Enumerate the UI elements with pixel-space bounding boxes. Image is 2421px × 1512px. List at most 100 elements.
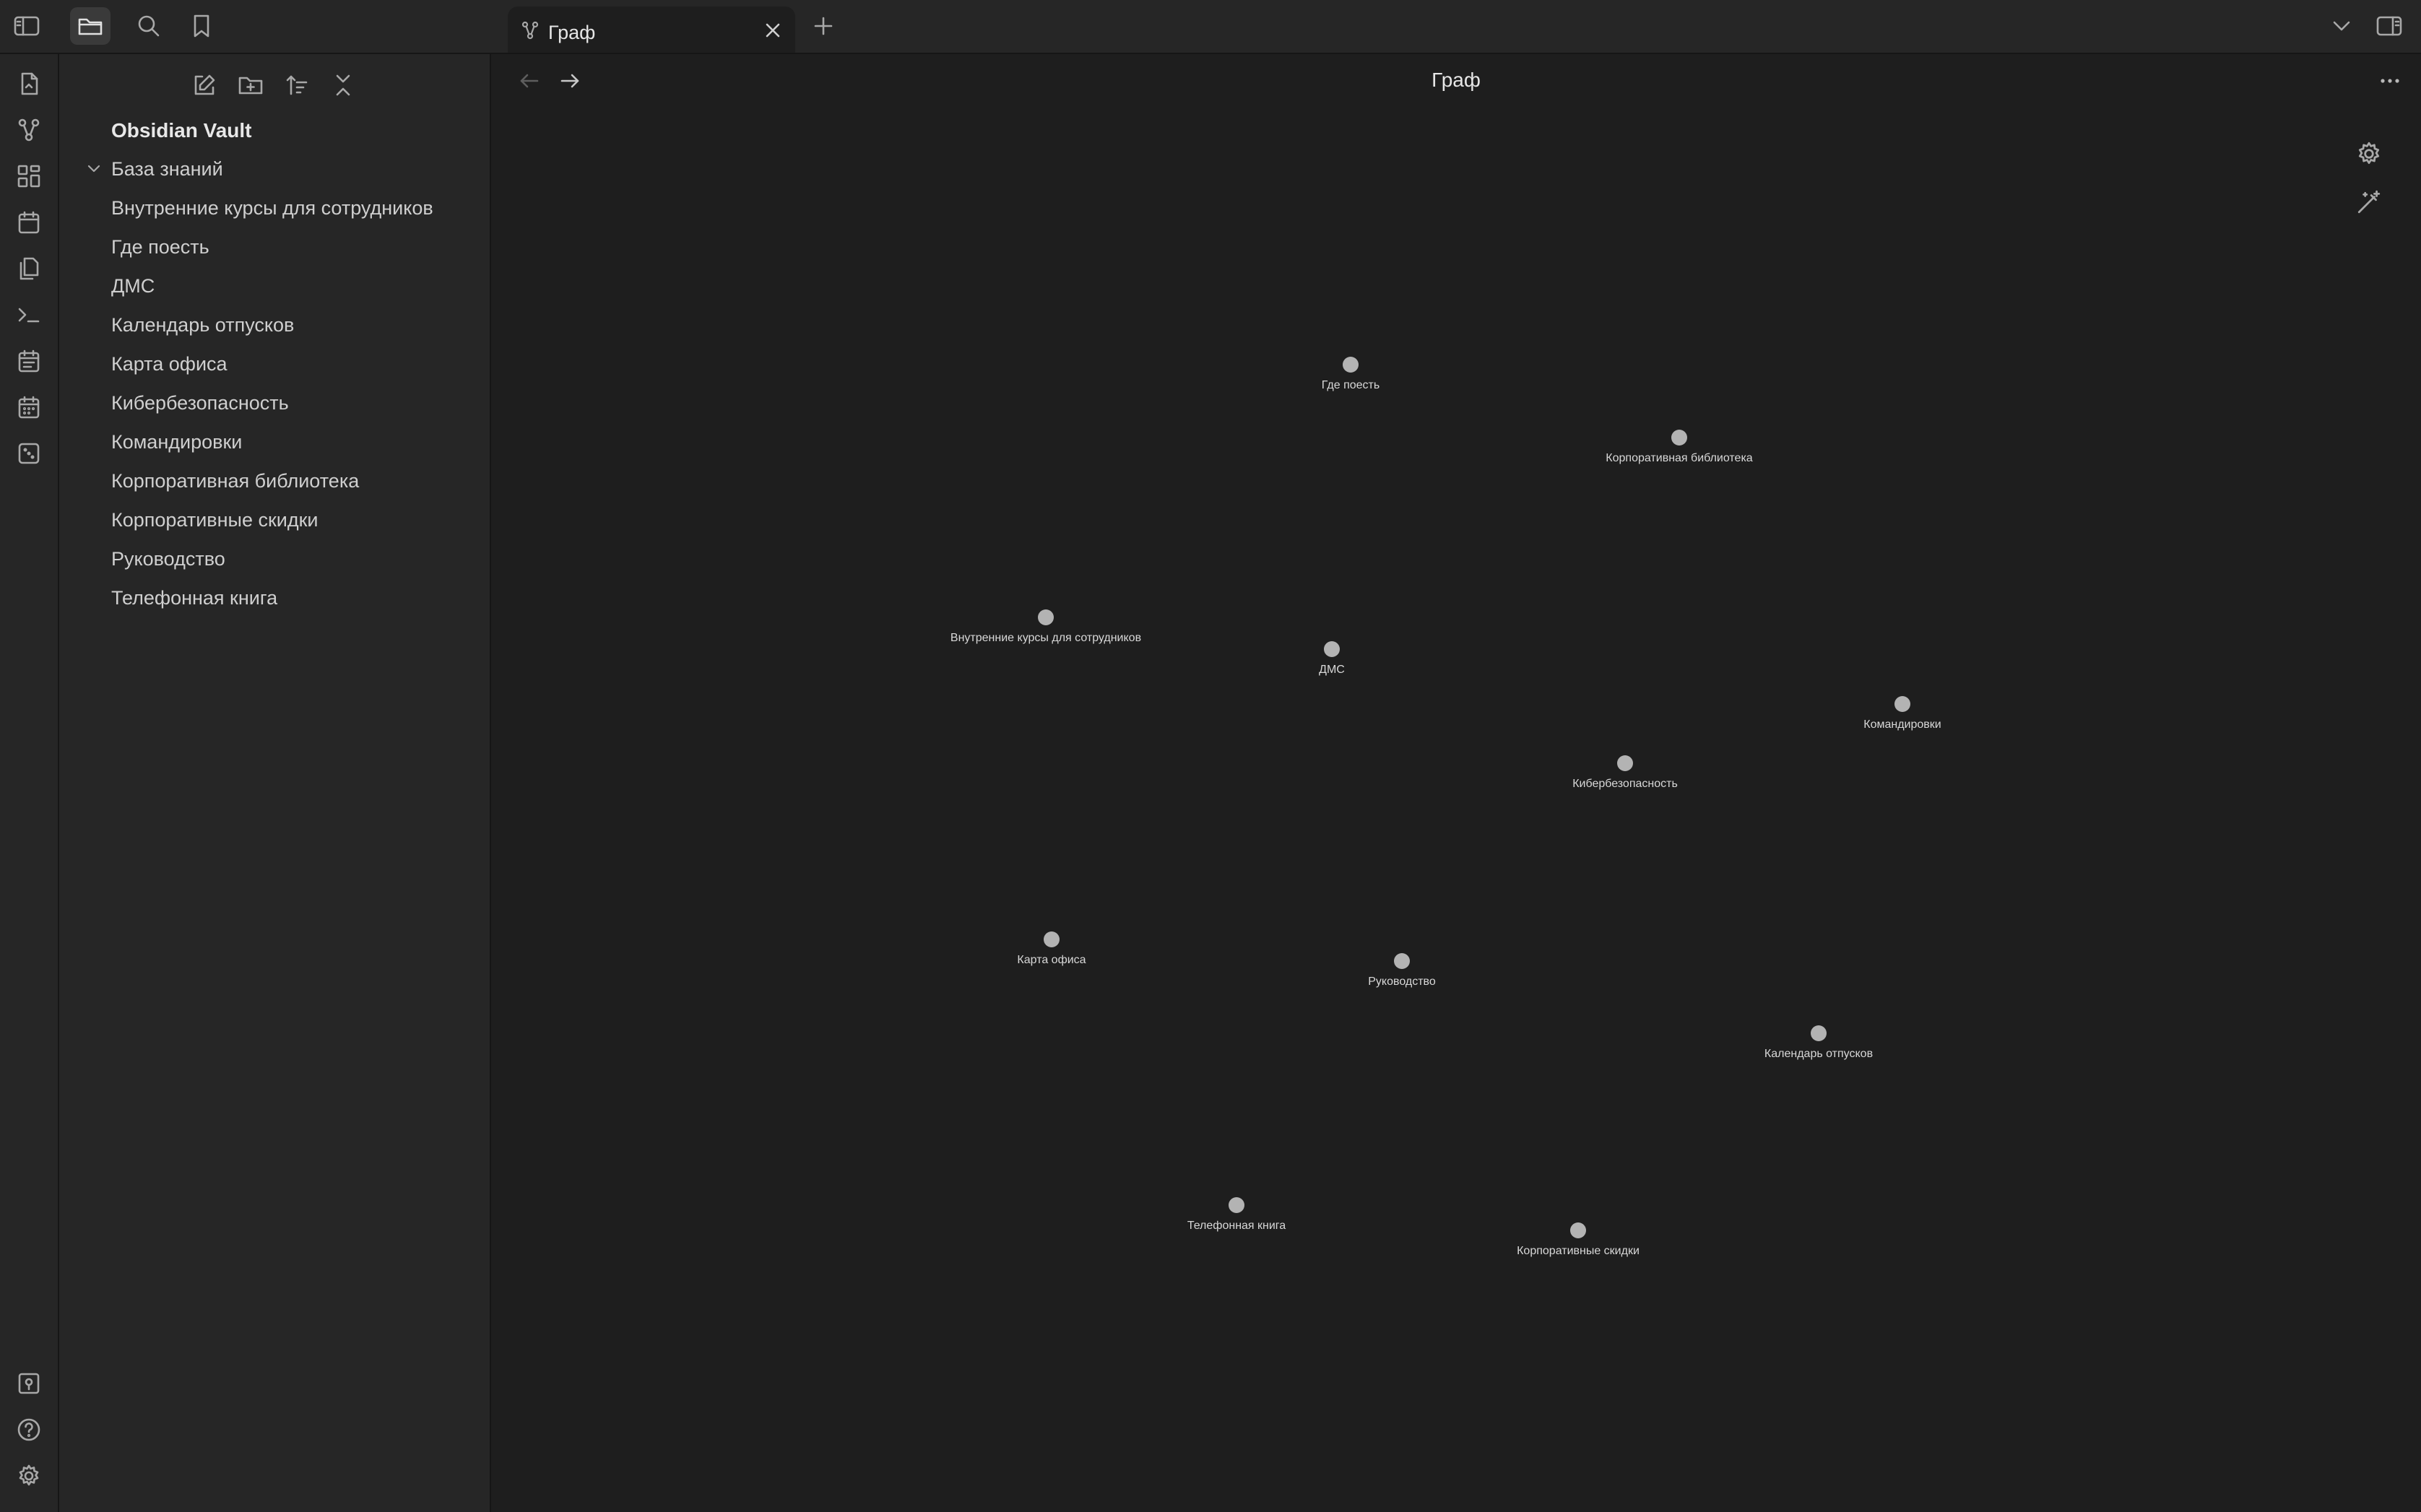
new-folder-button[interactable] xyxy=(233,67,269,103)
ribbon-templates[interactable] xyxy=(10,250,48,287)
command-palette-icon xyxy=(18,308,40,323)
graph-node[interactable]: ДМС xyxy=(1319,641,1345,676)
ribbon-command-palette[interactable] xyxy=(10,296,48,334)
right-sidebar-icon xyxy=(2376,16,2402,36)
search-icon xyxy=(138,15,160,37)
sort-button[interactable] xyxy=(279,67,315,103)
more-options-icon[interactable] xyxy=(2378,69,2402,93)
new-folder-icon xyxy=(238,77,263,95)
ribbon-canvas[interactable] xyxy=(10,157,48,195)
file-item[interactable]: Кибербезопасность xyxy=(111,392,289,414)
file-item[interactable]: Корпоративная библиотека xyxy=(111,470,359,492)
ribbon-help[interactable] xyxy=(10,1411,48,1448)
file-item[interactable]: Корпоративные скидки xyxy=(111,509,319,531)
file-item[interactable]: Командировки xyxy=(111,431,242,453)
ribbon-settings[interactable] xyxy=(10,1457,48,1495)
folder-item[interactable]: База знаний xyxy=(111,158,223,181)
bookmarks-button[interactable] xyxy=(181,7,222,45)
close-tab-button[interactable] xyxy=(761,18,785,43)
calendar-grid-icon xyxy=(18,396,40,419)
graph-node[interactable]: Корпоративные скидки xyxy=(1517,1222,1640,1257)
graph-node-dot[interactable] xyxy=(1394,953,1410,969)
settings-icon xyxy=(19,1464,39,1486)
view-title: Граф xyxy=(1432,69,1481,91)
graph-canvas[interactable]: Где поесть Корпоративная библиотека Внут… xyxy=(491,108,2421,1512)
quick-switcher-icon xyxy=(21,72,38,95)
graph-node-dot[interactable] xyxy=(1343,357,1359,373)
chevron-down-icon xyxy=(2333,21,2350,31)
bookmark-icon xyxy=(194,14,209,38)
graph-node-dot[interactable] xyxy=(1894,696,1910,712)
graph-node-label: Корпоративные скидки xyxy=(1517,1245,1640,1257)
file-item[interactable]: Карта офиса xyxy=(111,353,228,375)
graph-node-dot[interactable] xyxy=(1570,1222,1586,1238)
ribbon-calendar-grid[interactable] xyxy=(10,388,48,426)
graph-view-icon xyxy=(18,118,40,142)
graph-node[interactable]: Календарь отпусков xyxy=(1764,1025,1873,1060)
graph-node-dot[interactable] xyxy=(1324,641,1340,657)
sort-icon xyxy=(286,75,308,95)
ribbon xyxy=(0,54,59,1512)
right-sidebar-toggle-button[interactable] xyxy=(2369,7,2409,45)
canvas-icon xyxy=(17,165,40,188)
file-item[interactable]: Телефонная книга xyxy=(111,587,277,609)
graph-node[interactable]: Корпоративная библиотека xyxy=(1606,430,1753,464)
graph-node-dot[interactable] xyxy=(1617,755,1633,771)
ribbon-graph-view[interactable] xyxy=(10,111,48,149)
ribbon-quick-switcher[interactable] xyxy=(10,65,48,103)
graph-node-label: Корпоративная библиотека xyxy=(1606,452,1753,464)
close-icon xyxy=(766,23,780,38)
tab-graph[interactable]: Граф xyxy=(508,6,795,53)
file-item[interactable]: ДМС xyxy=(111,275,155,297)
file-item[interactable]: Внутренние курсы для сотрудников xyxy=(111,197,433,220)
file-item[interactable]: Руководство xyxy=(111,548,225,570)
graph-node-dot[interactable] xyxy=(1044,931,1060,947)
tab-list-button[interactable] xyxy=(2321,7,2362,45)
ribbon-daily-note[interactable] xyxy=(10,204,48,241)
graph-node[interactable]: Телефонная книга xyxy=(1187,1197,1286,1232)
new-tab-button[interactable] xyxy=(807,12,839,40)
graph-node-label: Где поесть xyxy=(1322,379,1380,391)
vault-name[interactable]: Obsidian Vault xyxy=(111,119,251,142)
graph-node[interactable]: Руководство xyxy=(1368,953,1436,988)
graph-node[interactable]: Где поесть xyxy=(1322,357,1380,391)
vault-switcher-icon xyxy=(18,1373,40,1394)
sidebar-toggle-button[interactable] xyxy=(7,7,47,45)
search-button[interactable] xyxy=(129,7,169,45)
new-note-icon xyxy=(194,74,215,95)
graph-node-dot[interactable] xyxy=(1229,1197,1244,1213)
graph-node-dot[interactable] xyxy=(1038,609,1054,625)
folder-icon xyxy=(78,18,103,35)
file-item[interactable]: Календарь отпусков xyxy=(111,314,294,336)
chevron-down-icon[interactable] xyxy=(85,162,103,176)
ribbon-vault-switcher[interactable] xyxy=(10,1365,48,1402)
graph-node-dot[interactable] xyxy=(1671,430,1687,446)
graph-node-label: Внутренние курсы для сотрудников xyxy=(950,632,1141,644)
graph-node[interactable]: Кибербезопасность xyxy=(1572,755,1678,790)
daily-note-icon xyxy=(18,211,40,234)
random-note-icon xyxy=(18,443,40,464)
graph-node-label: ДМС xyxy=(1319,664,1345,676)
graph-node-label: Командировки xyxy=(1863,718,1941,731)
graph-node-dot[interactable] xyxy=(1811,1025,1827,1041)
file-item[interactable]: Где поесть xyxy=(111,236,209,258)
collapse-all-button[interactable] xyxy=(325,67,361,103)
graph-node-label: Руководство xyxy=(1368,976,1436,988)
graph-node-label: Карта офиса xyxy=(1017,954,1086,966)
title-bar: Граф xyxy=(0,0,2421,54)
graph-node-label: Телефонная книга xyxy=(1187,1220,1286,1232)
view-header: Граф xyxy=(491,54,2421,108)
ribbon-random-note[interactable] xyxy=(10,435,48,472)
graph-node[interactable]: Внутренние курсы для сотрудников xyxy=(950,609,1141,644)
graph-node[interactable]: Командировки xyxy=(1863,696,1941,731)
graph-node[interactable]: Карта офиса xyxy=(1017,931,1086,966)
help-icon xyxy=(17,1418,40,1441)
sidebar-toggle-icon xyxy=(14,16,40,36)
tab-title: Граф xyxy=(548,22,596,43)
ribbon-calendar[interactable] xyxy=(10,342,48,380)
templates-icon xyxy=(20,257,39,280)
graph-icon xyxy=(521,21,539,40)
new-note-button[interactable] xyxy=(186,67,222,103)
file-explorer-button[interactable] xyxy=(70,7,111,45)
calendar-icon xyxy=(18,349,40,373)
